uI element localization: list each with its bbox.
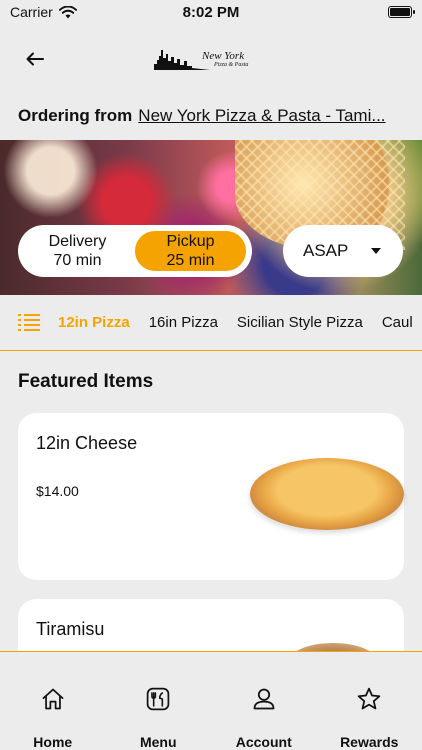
home-icon [42, 688, 64, 710]
item-name: Tiramisu [36, 619, 105, 639]
schedule-dropdown[interactable]: ASAP [283, 225, 403, 277]
tab-rewards[interactable]: Rewards [317, 652, 422, 750]
tab-account[interactable]: Account [211, 652, 317, 750]
ordering-label: Ordering from [18, 106, 133, 125]
tab-home[interactable]: Home [0, 652, 106, 750]
skyline-logo-icon [150, 50, 210, 70]
tab-label: Rewards [340, 734, 399, 750]
account-icon [253, 688, 275, 710]
carrier-label: Carrier [10, 4, 53, 20]
category-tab[interactable]: 12in Pizza [58, 314, 130, 331]
logo-line2: Pizza & Pasta [214, 61, 249, 68]
order-mode-toggle: Delivery 70 min Pickup 25 min [18, 225, 252, 277]
back-button[interactable] [20, 44, 50, 74]
bottom-tab-bar: Home Menu Account Rewards [0, 651, 422, 750]
pickup-time: 25 min [166, 252, 215, 269]
star-icon [357, 687, 381, 710]
category-bar: 12in Pizza 16in Pizza Sicilian Style Piz… [0, 295, 422, 351]
logo-line1: New York [202, 49, 245, 62]
status-bar: Carrier 8:02 PM [0, 0, 422, 24]
ordering-from: Ordering from New York Pizza & Pasta - T… [18, 106, 410, 126]
battery-level [390, 8, 410, 16]
menu-item-card[interactable]: 12in Cheese $14.00 [18, 413, 404, 580]
pickup-label: Pickup [166, 232, 215, 250]
logo-text: New York Pizza & Pasta [202, 49, 249, 68]
category-tab[interactable]: Caul [382, 314, 413, 331]
item-price: $14.00 [36, 483, 79, 499]
back-arrow-icon [26, 52, 44, 66]
category-tab[interactable]: 16in Pizza [149, 314, 218, 331]
wifi-icon [58, 5, 77, 18]
pizza-image [250, 458, 404, 530]
tab-menu[interactable]: Menu [106, 652, 212, 750]
tab-label: Menu [139, 734, 177, 750]
top-nav: New York Pizza & Pasta [0, 34, 422, 84]
menu-utensils-icon [146, 687, 170, 711]
carrier-info: Carrier [10, 4, 77, 20]
category-tab[interactable]: Sicilian Style Pizza [237, 314, 363, 331]
location-link[interactable]: New York Pizza & Pasta - Tami... [138, 106, 385, 126]
category-list-icon[interactable] [18, 313, 40, 332]
pickup-option[interactable]: Pickup 25 min [133, 229, 248, 273]
restaurant-logo: New York Pizza & Pasta [150, 42, 265, 76]
featured-title: Featured Items [18, 371, 154, 392]
delivery-label: Delivery [48, 232, 107, 250]
chevron-down-icon [371, 248, 381, 254]
battery-icon [388, 6, 415, 18]
tab-label: Account [235, 734, 292, 750]
item-name: 12in Cheese [36, 433, 138, 453]
delivery-time: 70 min [53, 252, 102, 269]
tab-label: Home [33, 734, 73, 750]
schedule-value: ASAP [303, 241, 349, 260]
delivery-option[interactable]: Delivery 70 min [22, 229, 133, 273]
